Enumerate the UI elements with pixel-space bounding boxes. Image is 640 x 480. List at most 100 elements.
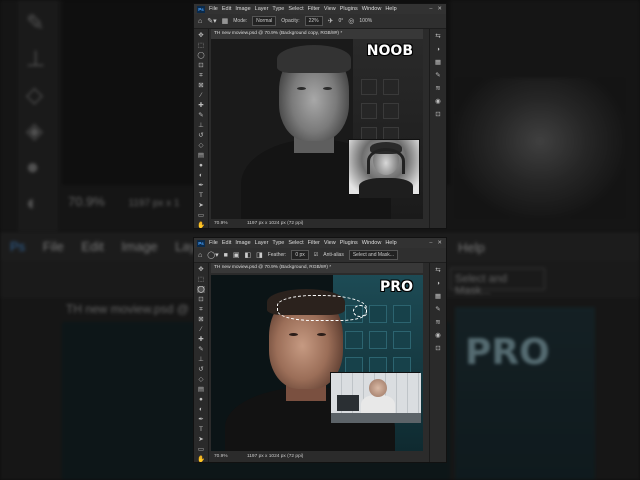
- checkbox-icon[interactable]: ☑: [314, 252, 318, 258]
- move-icon[interactable]: ✥: [198, 266, 203, 273]
- brush-settings-icon[interactable]: ✎: [435, 306, 440, 313]
- hand-icon[interactable]: ✋: [197, 222, 205, 228]
- layers-icon[interactable]: ≋: [435, 85, 440, 92]
- healing-icon[interactable]: ✚: [198, 102, 203, 109]
- paths-icon[interactable]: ⊡: [435, 111, 440, 118]
- minimize-icon[interactable]: –: [429, 240, 432, 246]
- healing-icon[interactable]: ✚: [198, 336, 203, 343]
- minimize-icon[interactable]: –: [429, 6, 432, 12]
- add-selection-icon[interactable]: ▣: [233, 251, 240, 259]
- brush-icon[interactable]: ✎: [198, 112, 203, 119]
- lasso-icon[interactable]: ◯: [197, 286, 205, 293]
- menu-select[interactable]: Select: [288, 240, 303, 246]
- swatches-icon[interactable]: ▦: [435, 293, 441, 300]
- menu-plugins[interactable]: Plugins: [340, 240, 358, 246]
- channels-icon[interactable]: ◉: [435, 98, 441, 105]
- history-brush-icon[interactable]: ↺: [198, 132, 203, 139]
- menu-filter[interactable]: Filter: [308, 6, 320, 12]
- color-icon[interactable]: ◑: [436, 280, 440, 287]
- menu-edit[interactable]: Edit: [222, 6, 231, 12]
- menu-image[interactable]: Image: [235, 240, 250, 246]
- intersect-selection-icon[interactable]: ◨: [256, 251, 263, 259]
- paths-icon[interactable]: ⊡: [435, 345, 440, 352]
- lasso-icon[interactable]: ◯: [197, 52, 204, 59]
- blur-icon[interactable]: ●: [199, 396, 203, 403]
- mode-select[interactable]: Normal: [252, 16, 277, 26]
- menu-filter[interactable]: Filter: [308, 240, 320, 246]
- lasso-preset-icon[interactable]: ◯▾: [207, 251, 218, 259]
- object-select-icon[interactable]: ⊡: [198, 62, 203, 69]
- airbrush-icon[interactable]: ✈: [328, 17, 334, 25]
- menu-layer[interactable]: Layer: [255, 240, 269, 246]
- frame-icon[interactable]: ⊠: [198, 316, 203, 323]
- stamp-icon[interactable]: ⊥: [198, 122, 204, 129]
- object-select-icon[interactable]: ⊡: [198, 296, 203, 303]
- menu-type[interactable]: Type: [272, 6, 284, 12]
- marquee-icon[interactable]: ⬚: [198, 276, 204, 283]
- canvas[interactable]: PRO: [211, 275, 423, 451]
- channels-icon[interactable]: ◉: [435, 332, 441, 339]
- home-icon[interactable]: ⌂: [198, 18, 202, 25]
- menu-image[interactable]: Image: [235, 6, 250, 12]
- marquee-icon[interactable]: ⬚: [198, 42, 204, 49]
- hand-icon[interactable]: ✋: [197, 456, 205, 462]
- eyedropper-icon[interactable]: ⁄: [200, 326, 201, 333]
- opacity-field[interactable]: 22%: [304, 16, 323, 26]
- eraser-icon[interactable]: ◇: [199, 376, 204, 383]
- brush-panel-icon[interactable]: ▦: [222, 17, 229, 25]
- menu-layer[interactable]: Layer: [255, 6, 269, 12]
- shape-icon[interactable]: ▭: [198, 446, 204, 453]
- feather-field[interactable]: 0 px: [291, 250, 309, 260]
- new-selection-icon[interactable]: ■: [224, 252, 228, 259]
- close-icon[interactable]: ✕: [437, 240, 442, 246]
- angle-field[interactable]: 0°: [339, 18, 344, 24]
- move-icon[interactable]: ✥: [198, 32, 203, 39]
- eraser-icon[interactable]: ◇: [199, 142, 204, 149]
- antialias-label[interactable]: Anti-alias: [323, 252, 344, 258]
- close-icon[interactable]: ✕: [437, 6, 442, 12]
- home-icon[interactable]: ⌂: [198, 252, 202, 259]
- menu-plugins[interactable]: Plugins: [340, 6, 358, 12]
- menu-window[interactable]: Window: [362, 240, 382, 246]
- eyedropper-icon[interactable]: ⁄: [200, 92, 201, 99]
- pen-icon[interactable]: ✒: [198, 182, 203, 189]
- dodge-icon[interactable]: ◐: [199, 406, 203, 413]
- document-tab[interactable]: TH new moview.psd @ 70.9% (Background, R…: [211, 263, 423, 273]
- frame-icon[interactable]: ⊠: [198, 82, 203, 89]
- swatches-icon[interactable]: ▦: [435, 59, 441, 66]
- gradient-icon[interactable]: ▤: [198, 386, 204, 393]
- pressure-icon[interactable]: ◎: [348, 17, 354, 25]
- select-and-mask-button[interactable]: Select and Mask...: [348, 250, 398, 260]
- menu-edit[interactable]: Edit: [222, 240, 231, 246]
- shape-icon[interactable]: ▭: [198, 212, 204, 219]
- layers-icon[interactable]: ≋: [435, 319, 440, 326]
- stamp-icon[interactable]: ⊥: [198, 356, 204, 363]
- color-icon[interactable]: ◑: [436, 46, 440, 53]
- brush-preset-icon[interactable]: ✎▾: [207, 17, 216, 25]
- dodge-icon[interactable]: ◐: [199, 172, 203, 179]
- menu-type[interactable]: Type: [272, 240, 284, 246]
- menu-help[interactable]: Help: [385, 240, 396, 246]
- gradient-icon[interactable]: ▤: [198, 152, 204, 159]
- brush-settings-icon[interactable]: ✎: [435, 72, 440, 79]
- path-select-icon[interactable]: ➤: [198, 436, 203, 443]
- document-tab[interactable]: TH new moview.psd @ 70.9% (Background co…: [211, 29, 423, 39]
- adjust-icon[interactable]: ⇆: [435, 33, 440, 40]
- menu-file[interactable]: File: [209, 6, 218, 12]
- crop-icon[interactable]: ⌗: [199, 72, 203, 79]
- zoom-level[interactable]: 70.9%: [214, 221, 228, 226]
- history-brush-icon[interactable]: ↺: [198, 366, 203, 373]
- lasso-selection-outline[interactable]: [353, 305, 367, 317]
- path-select-icon[interactable]: ➤: [198, 202, 203, 209]
- blur-icon[interactable]: ●: [199, 162, 203, 169]
- brush-icon[interactable]: ✎: [198, 346, 203, 353]
- crop-icon[interactable]: ⌗: [199, 306, 203, 313]
- menu-window[interactable]: Window: [362, 6, 382, 12]
- menu-view[interactable]: View: [324, 6, 336, 12]
- subtract-selection-icon[interactable]: ◧: [244, 251, 251, 259]
- type-icon[interactable]: T: [199, 192, 203, 199]
- pen-icon[interactable]: ✒: [198, 416, 203, 423]
- menu-view[interactable]: View: [324, 240, 336, 246]
- menu-file[interactable]: File: [209, 240, 218, 246]
- adjust-icon[interactable]: ⇆: [435, 267, 440, 274]
